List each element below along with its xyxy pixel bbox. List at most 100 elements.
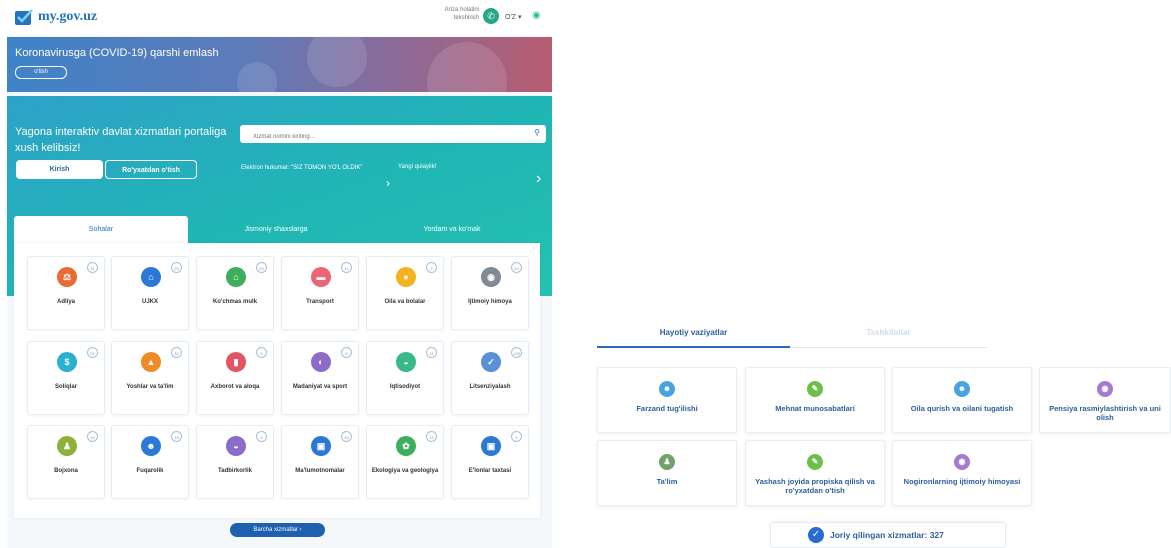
category-label: Ma'lumotnomalar xyxy=(295,468,345,474)
top-bar: my.gov.uz Ariza holatini tekshirish ✆ O'… xyxy=(7,0,552,36)
category-card[interactable]: ✓ 133 Litsenziyalash xyxy=(451,341,529,415)
covid-banner-button[interactable]: o'tish xyxy=(15,66,67,79)
language-label: O'Z xyxy=(505,14,517,21)
category-label: UJKX xyxy=(141,299,158,305)
register-button[interactable]: Ro'yxatdan o'tish xyxy=(105,160,197,179)
tax-icon: $ xyxy=(57,352,77,372)
virus-decoration xyxy=(237,62,277,92)
category-card[interactable]: ◒ 11 Iqtisodiyot xyxy=(366,341,444,415)
category-card[interactable]: ⚖ 11 Adliya xyxy=(27,256,105,330)
active-tab-indicator xyxy=(597,346,790,348)
category-card[interactable]: ● 2 Oila va bolalar xyxy=(366,256,444,330)
life-situation-label: Ta'lim xyxy=(656,477,678,486)
category-label: E'lonlar taxtasi xyxy=(468,468,512,474)
shield-icon: ◉ xyxy=(481,267,501,287)
category-label: Ko'chmas mulk xyxy=(212,299,258,305)
category-card[interactable]: ⌂ 25 UJKX xyxy=(111,256,189,330)
logo-text: my.gov.uz xyxy=(38,9,98,24)
news-item[interactable]: Yangi qulaylik! xyxy=(398,164,436,170)
category-card[interactable]: $21 Soliqlar xyxy=(27,341,105,415)
customs-officer-icon: ♟ xyxy=(57,436,77,456)
category-count-badge: 20 xyxy=(87,431,98,442)
carousel-next-icon[interactable]: › xyxy=(536,170,541,188)
category-count-badge: 5 xyxy=(256,431,267,442)
logo[interactable]: my.gov.uz xyxy=(15,9,97,25)
category-card[interactable]: ♟ 20 Bojxona xyxy=(27,425,105,499)
baby-icon: ☻ xyxy=(659,381,675,397)
check-application-status-link[interactable]: Ariza holatini tekshirish xyxy=(431,6,479,22)
category-count-badge: 11 xyxy=(87,262,98,273)
graduation-cap-icon: ▲ xyxy=(141,352,161,372)
id-card-icon: ▣ xyxy=(311,436,331,456)
category-card[interactable]: ◒ 5 Tadbirkorlik xyxy=(196,425,274,499)
category-count-badge: 6 xyxy=(341,347,352,358)
category-card[interactable]: ✿ 12 Ekologiya va geologiya xyxy=(366,425,444,499)
category-label: Transport xyxy=(306,299,334,305)
category-count-badge: 2 xyxy=(426,262,437,273)
portal-screenshot-left: my.gov.uz Ariza holatini tekshirish ✆ O'… xyxy=(7,0,552,548)
life-situations-panel: Hayotiy vaziyatlar Tashkilotlar ☻ Farzand… xyxy=(590,300,1171,548)
citizen-icon: ☻ xyxy=(141,436,161,456)
tab-tashkilotlar[interactable]: Tashkilotlar xyxy=(790,328,987,337)
life-situation-label: Pensiya rasmiylashtirish va uni olish xyxy=(1049,404,1161,422)
category-count-badge: 5 xyxy=(511,431,522,442)
news-item[interactable]: Elektron hukumat: "SIZ TOMON YO'L OLDIK" xyxy=(241,164,371,172)
life-situation-label: Farzand tug'ilishi xyxy=(636,404,698,413)
tab-jismoniy-shaxslarga[interactable]: Jismoniy shaxslarga xyxy=(188,216,364,243)
car-icon: ▬ xyxy=(311,267,331,287)
life-situation-label: Oila qurish va oilani tugatish xyxy=(910,404,1014,413)
leaf-icon: ✿ xyxy=(396,436,416,456)
accessibility-eye-icon[interactable]: ◉ xyxy=(532,10,544,22)
category-card[interactable]: ◐ 6 Madaniyat va sport xyxy=(281,341,359,415)
tab-hayotiy-vaziyatlar[interactable]: Hayotiy vaziyatlar xyxy=(597,328,790,337)
category-card[interactable]: ☻ 15 Fuqarolik xyxy=(111,425,189,499)
contract-icon: ✎ xyxy=(807,454,823,470)
tab-yordam[interactable]: Yordam va ko'mak xyxy=(364,216,540,243)
category-card[interactable]: ▣ 33 Ma'lumotnomalar xyxy=(281,425,359,499)
category-count-badge: 133 xyxy=(511,347,522,358)
category-label: Tadbirkorlik xyxy=(218,468,252,474)
login-button[interactable]: Kirish xyxy=(16,160,103,179)
life-situation-label: Nogironlarning ijtimoiy himoyasi xyxy=(903,477,1021,486)
license-icon: ✓ xyxy=(481,352,501,372)
baby-icon: ☻ xyxy=(954,381,970,397)
life-situation-card[interactable]: ✎ Mehnat munosabatlari xyxy=(745,367,885,433)
life-situation-card[interactable]: ✎ Yashash joyida propiska qilish va ro'yx… xyxy=(745,440,885,506)
category-card[interactable]: ▲ 32 Yoshlar va ta'lim xyxy=(111,341,189,415)
all-services-button[interactable]: Barcha xizmatlar › xyxy=(230,523,325,537)
life-situation-card[interactable]: ♟ Ta'lim xyxy=(597,440,737,506)
category-label: Soliqlar xyxy=(54,384,77,390)
search-icon[interactable]: ⚲ xyxy=(534,128,540,137)
category-card[interactable]: ▮ 3 Axborot va aloqa xyxy=(196,341,274,415)
category-card[interactable]: ▣ 5 E'lonlar taxtasi xyxy=(451,425,529,499)
category-count-badge: 32 xyxy=(171,347,182,358)
category-label: Ekologiya va geologiya xyxy=(371,468,439,474)
phone-icon[interactable]: ✆ xyxy=(483,8,499,24)
utilities-icon: ⌂ xyxy=(141,267,161,287)
house-icon: ⌂ xyxy=(226,267,246,287)
category-count-badge: 3 xyxy=(256,347,267,358)
life-situation-card[interactable]: ◉ Pensiya rasmiylashtirish va uni olish xyxy=(1039,367,1171,433)
category-card[interactable]: ⌂ 20 Ko'chmas mulk xyxy=(196,256,274,330)
covid-banner: Koronavirusga (COVID-19) qarshi emlash o… xyxy=(7,37,552,92)
life-situation-card[interactable]: ☻ Farzand tug'ilishi xyxy=(597,367,737,433)
category-label: Yoshlar va ta'lim xyxy=(126,384,174,390)
category-count-badge: 12 xyxy=(426,431,437,442)
category-card[interactable]: ◉ 10 Ijtimoiy himoya xyxy=(451,256,529,330)
life-situation-card[interactable]: ◉ Nogironlarning ijtimoiy himoyasi xyxy=(892,440,1032,506)
check-circle-icon: ✓ xyxy=(808,527,824,543)
shield-icon: ◉ xyxy=(954,454,970,470)
language-selector[interactable]: O'Z ▾ xyxy=(505,13,522,21)
category-count-badge: 20 xyxy=(256,262,267,273)
tab-sohalar[interactable]: Sohalar xyxy=(14,216,188,243)
scales-icon: ⚖ xyxy=(57,267,77,287)
search-input[interactable] xyxy=(251,128,525,146)
hero-title: Yagona interaktiv davlat xizmatlari port… xyxy=(15,126,227,154)
category-card[interactable]: ▬ 11 Transport xyxy=(281,256,359,330)
life-situation-card[interactable]: ☻ Oila qurish va oilani tugatish xyxy=(892,367,1032,433)
life-situation-label: Yashash joyida propiska qilish va ro'yxa… xyxy=(755,477,875,495)
category-count-badge: 25 xyxy=(171,262,182,273)
category-label: Axborot va aloqa xyxy=(210,384,260,390)
chevron-right-icon[interactable]: › xyxy=(386,176,390,190)
category-count-badge: 10 xyxy=(511,262,522,273)
